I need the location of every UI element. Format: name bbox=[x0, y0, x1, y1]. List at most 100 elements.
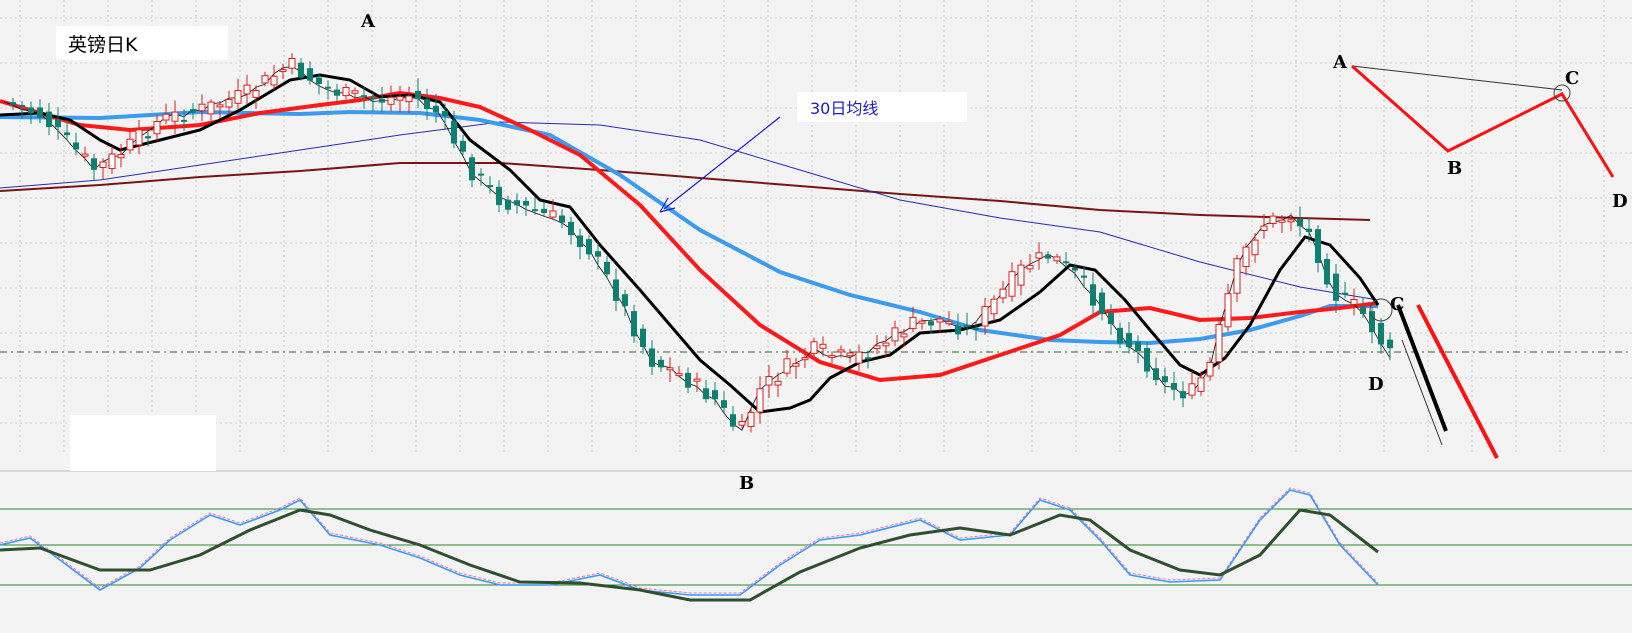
candle-body-down bbox=[973, 328, 979, 331]
label-d: D bbox=[1368, 374, 1384, 395]
candle-body-down bbox=[1144, 348, 1150, 372]
annotations: ABCD bbox=[360, 11, 1499, 494]
ma-30-line bbox=[0, 90, 1379, 383]
projection-red bbox=[1416, 304, 1499, 459]
candle-body-down bbox=[955, 326, 961, 335]
candle-body-down bbox=[361, 95, 367, 98]
candle-body-up bbox=[1269, 215, 1277, 225]
candle-body-down bbox=[1099, 292, 1105, 315]
candle-body-down bbox=[1072, 267, 1078, 271]
candle-body-down bbox=[640, 328, 646, 347]
candle-body-up bbox=[1215, 324, 1223, 363]
candle-body-up bbox=[783, 358, 791, 374]
candle-body-up bbox=[882, 342, 890, 347]
candle-body-up bbox=[243, 84, 251, 95]
candle-body-down bbox=[712, 390, 718, 400]
candle-body-up bbox=[216, 104, 224, 108]
candle-body-down bbox=[28, 107, 34, 114]
candle-body-up bbox=[810, 341, 818, 354]
candle-body-down bbox=[1306, 228, 1312, 233]
ma-slow-line bbox=[0, 121, 1379, 301]
candle-body-down bbox=[1360, 306, 1366, 314]
candle-body-down bbox=[577, 235, 583, 247]
blank-box bbox=[70, 415, 216, 471]
candle-body-up bbox=[774, 380, 782, 386]
candle-body-up bbox=[1242, 246, 1250, 268]
candle-body-down bbox=[496, 186, 502, 205]
candle-body-down bbox=[595, 251, 601, 257]
candle-body-down bbox=[865, 357, 871, 360]
candle-body-down bbox=[316, 77, 322, 84]
candle-body-up bbox=[342, 87, 350, 97]
candle-body-down bbox=[1297, 218, 1303, 227]
candle-body-up bbox=[1206, 362, 1214, 377]
candle-body-down bbox=[613, 279, 619, 301]
candle-body-down bbox=[415, 90, 421, 100]
candle-body-down bbox=[1315, 229, 1321, 263]
candle-body-down bbox=[442, 111, 448, 117]
candle-body-up bbox=[234, 90, 242, 104]
candle-body-down bbox=[928, 321, 934, 326]
osc-main-line bbox=[0, 508, 1379, 602]
abcd-schematic: A B C D bbox=[1332, 52, 1628, 212]
candle-body-up bbox=[261, 75, 269, 84]
candle-body-up bbox=[270, 75, 278, 86]
candle-body-up bbox=[936, 318, 944, 323]
candle-body-down bbox=[451, 120, 457, 144]
candle-body-up bbox=[1053, 256, 1061, 262]
candle-body-down bbox=[1171, 383, 1177, 390]
candle-body-down bbox=[1378, 323, 1384, 345]
candle-body-down bbox=[1387, 339, 1393, 349]
candle-body-up bbox=[396, 96, 404, 101]
candle-body-up bbox=[1251, 239, 1259, 256]
ma-arrow-shaft bbox=[663, 116, 781, 210]
candle-body-up bbox=[126, 138, 134, 151]
candle-body-up bbox=[909, 316, 917, 330]
candle-body-up bbox=[1287, 219, 1295, 223]
candle-body-down bbox=[1045, 254, 1051, 259]
candle-body-up bbox=[108, 153, 116, 169]
candle-body-up bbox=[738, 421, 746, 426]
candle-body-down bbox=[91, 158, 97, 170]
candle-body-down bbox=[478, 173, 484, 176]
candle-body-up bbox=[981, 306, 989, 327]
candle-body-down bbox=[325, 86, 331, 89]
candle-body-up bbox=[855, 351, 863, 364]
candle-body-down bbox=[622, 294, 628, 306]
candle-body-down bbox=[631, 311, 637, 337]
candle-body-down bbox=[1333, 273, 1339, 301]
candle-body-up bbox=[387, 96, 395, 105]
candle-body-down bbox=[370, 96, 376, 100]
candle-body-up bbox=[837, 349, 845, 353]
candle-body-up bbox=[747, 411, 755, 427]
candle-body-down bbox=[181, 119, 187, 122]
projection-black bbox=[1396, 304, 1448, 432]
candle-body-down bbox=[469, 157, 475, 181]
osc-signal-line bbox=[0, 487, 1379, 594]
candle-body-down bbox=[505, 199, 511, 210]
candle-body-down bbox=[658, 359, 664, 368]
candle-body-up bbox=[873, 345, 881, 349]
candle-body-up bbox=[171, 111, 179, 122]
candle-body-up bbox=[792, 363, 800, 367]
candle-body-down bbox=[334, 89, 340, 96]
candle-body-down bbox=[1108, 313, 1114, 325]
moving-averages bbox=[0, 65, 1391, 431]
candle-body-down bbox=[433, 105, 439, 113]
chart-title: 英镑日K bbox=[68, 34, 138, 56]
candle-body-down bbox=[1135, 341, 1141, 351]
candle-body-up bbox=[900, 333, 908, 338]
ma-mid-line bbox=[0, 109, 1378, 346]
candle-body-down bbox=[730, 414, 736, 427]
candle-body-down bbox=[1180, 391, 1186, 399]
chart-stage: A B C D A B C D 英镑日K 30日均线 bbox=[0, 0, 1632, 633]
candle-body-up bbox=[999, 288, 1007, 299]
candle-body-down bbox=[19, 104, 25, 108]
schematic-label-a: A bbox=[1332, 52, 1348, 73]
candle-body-down bbox=[559, 215, 565, 223]
candle-body-down bbox=[703, 388, 709, 400]
candle-body-up bbox=[1026, 264, 1034, 270]
candle-body-down bbox=[1081, 275, 1087, 278]
candle-body-up bbox=[945, 321, 953, 325]
candle-body-up bbox=[1224, 293, 1232, 328]
